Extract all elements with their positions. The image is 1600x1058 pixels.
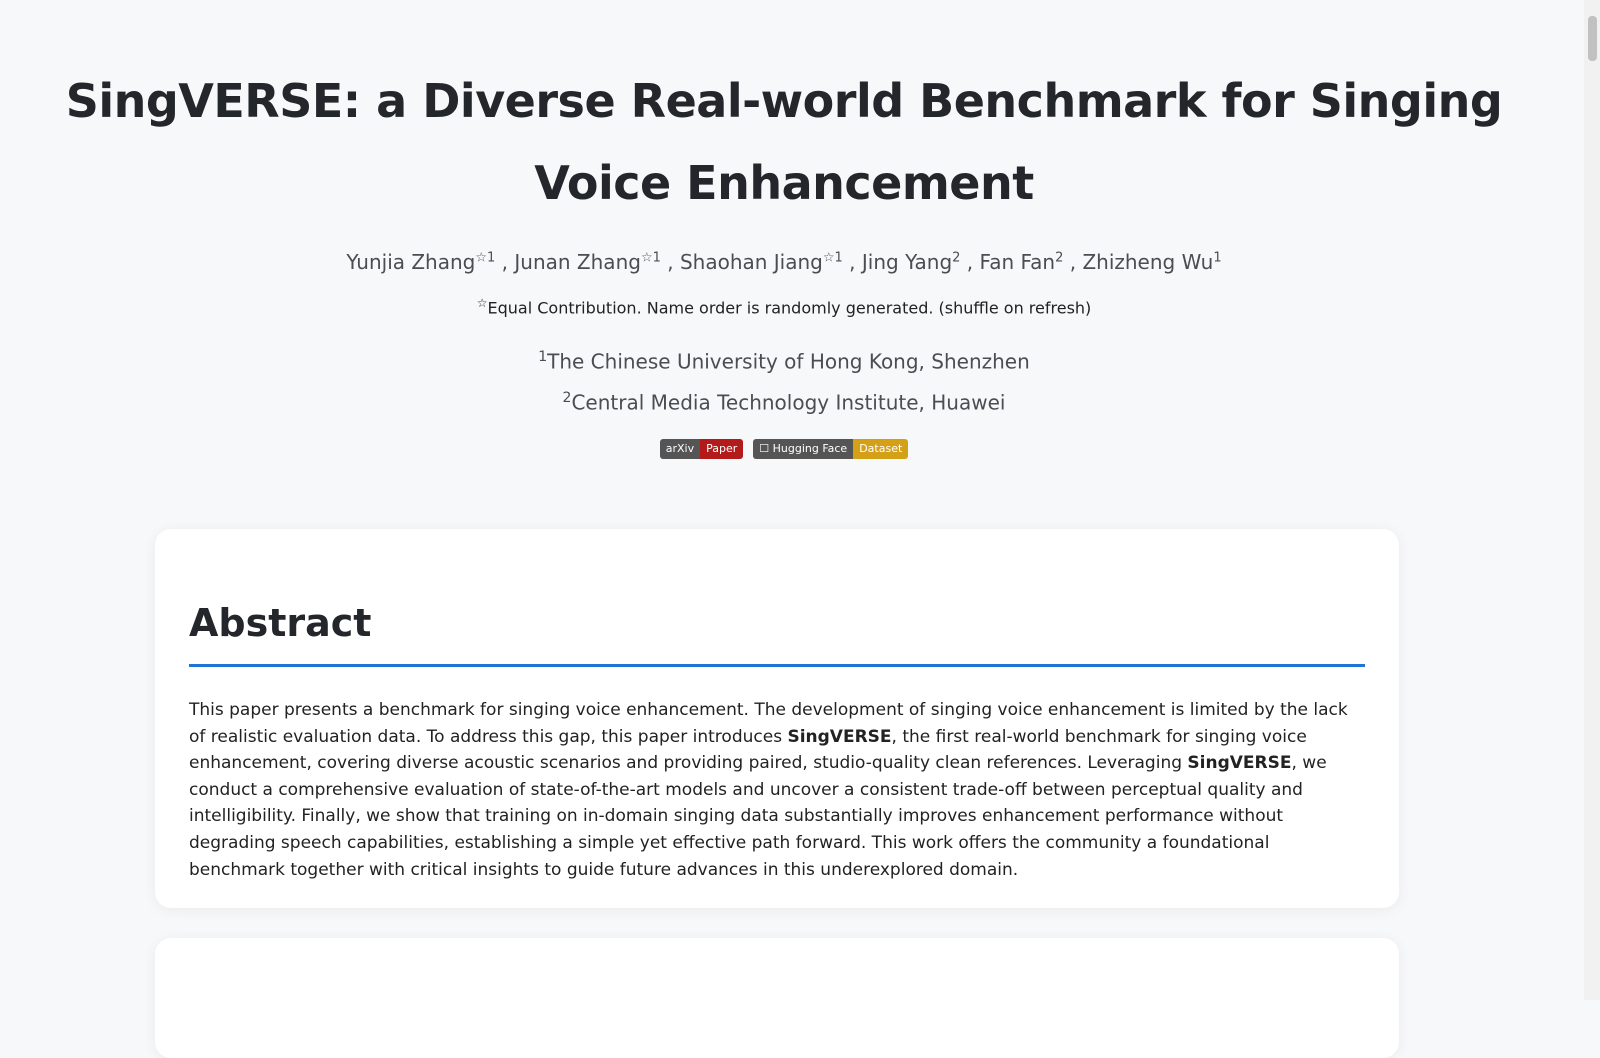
author-name[interactable]: Jing Yang <box>862 250 952 274</box>
badge-label: arXiv <box>659 438 701 459</box>
abstract-card: Abstract This paper presents a benchmark… <box>155 529 1399 908</box>
badge-row: arXiv Paper ☐ Hugging Face Dataset <box>0 438 1568 459</box>
heading-divider <box>189 664 1365 667</box>
affiliation-name: Central Media Technology Institute, Huaw… <box>571 390 1006 415</box>
author-mark: ☆1 <box>475 250 496 266</box>
author-list: Yunjia Zhang☆1 , Junan Zhang☆1 , Shaohan… <box>0 250 1568 274</box>
equal-contribution-note: ☆Equal Contribution. Name order is rando… <box>0 296 1568 317</box>
page: SingVERSE: a Diverse Real-world Benchmar… <box>0 0 1568 1058</box>
benchmark-name: SingVERSE <box>787 726 892 747</box>
benchmark-name: SingVERSE <box>1187 753 1292 774</box>
page-scrollbar[interactable] <box>1584 0 1600 1000</box>
author-mark: 1 <box>1213 250 1222 266</box>
author-name[interactable]: Junan Zhang <box>514 250 641 274</box>
author-separator: , <box>960 250 980 274</box>
author-mark: ☆1 <box>822 250 843 266</box>
page-title: SingVERSE: a Diverse Real-world Benchmar… <box>65 74 1503 210</box>
huggingface-dataset-badge[interactable]: ☐ Hugging Face Dataset <box>753 438 909 459</box>
scrollbar-thumb[interactable] <box>1588 16 1597 61</box>
affiliation-item: 1The Chinese University of Hong Kong, Sh… <box>0 339 1568 380</box>
affiliation-name: The Chinese University of Hong Kong, She… <box>547 349 1030 374</box>
badge-label: ☐ Hugging Face <box>753 438 854 459</box>
badge-value: Dataset <box>853 438 909 459</box>
star-icon: ☆ <box>476 296 488 310</box>
next-section-card <box>155 938 1399 1058</box>
author-name[interactable]: Fan Fan <box>980 250 1056 274</box>
author-separator: , <box>842 250 862 274</box>
author-separator: , <box>660 250 680 274</box>
author-name[interactable]: Shaohan Jiang <box>680 250 823 274</box>
arxiv-paper-badge[interactable]: arXiv Paper <box>659 438 744 459</box>
affiliation-item: 2Central Media Technology Institute, Hua… <box>0 380 1568 421</box>
affiliation-mark: 1 <box>538 349 548 366</box>
abstract-text: This paper presents a benchmark for sing… <box>189 697 1365 883</box>
author-name[interactable]: Yunjia Zhang <box>346 250 475 274</box>
author-name[interactable]: Zhizheng Wu <box>1082 250 1213 274</box>
note-text: Equal Contribution. Name order is random… <box>487 298 1092 318</box>
author-separator: , <box>1063 250 1083 274</box>
affiliations: 1The Chinese University of Hong Kong, Sh… <box>0 339 1568 420</box>
badge-value: Paper <box>700 438 744 459</box>
author-mark: ☆1 <box>640 250 661 266</box>
abstract-heading: Abstract <box>189 601 372 645</box>
author-separator: , <box>495 250 515 274</box>
